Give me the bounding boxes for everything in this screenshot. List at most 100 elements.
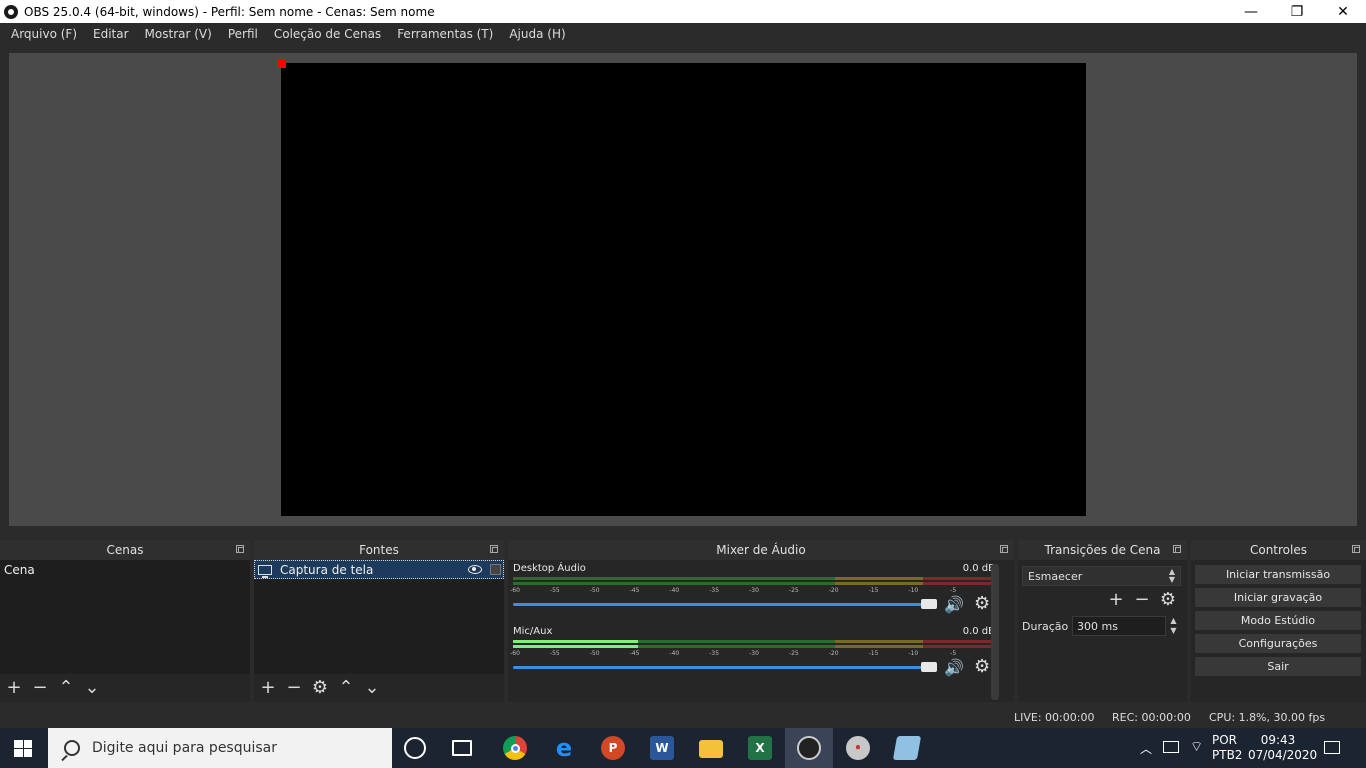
- transitions-dock-title: Transições de Cena: [1044, 543, 1161, 557]
- monitor-icon: [258, 564, 272, 578]
- word-icon[interactable]: W: [650, 736, 674, 760]
- scenes-list[interactable]: Cena: [0, 560, 250, 674]
- battery-icon[interactable]: [1163, 741, 1179, 753]
- controls-dock: Controles Iniciar transmissão Iniciar gr…: [1191, 540, 1366, 702]
- meter-tick-label: -45: [629, 650, 640, 657]
- powerpoint-icon[interactable]: P: [601, 736, 625, 760]
- float-dock-icon[interactable]: [1173, 545, 1181, 553]
- menu-editar[interactable]: Editar: [85, 27, 137, 41]
- add-scene-button[interactable]: +: [4, 678, 24, 698]
- start-streaming-button[interactable]: Iniciar transmissão: [1195, 565, 1361, 584]
- float-dock-icon[interactable]: [1000, 545, 1008, 553]
- scenes-dock: Cenas Cena + − ⌃ ⌄: [0, 540, 250, 702]
- chevron-up-icon[interactable]: ︿: [1140, 740, 1152, 768]
- float-dock-icon[interactable]: [1352, 545, 1360, 553]
- source-properties-gear-icon[interactable]: ⚙: [310, 678, 330, 698]
- list-item[interactable]: Cena: [0, 560, 250, 579]
- taskbar-search-box[interactable]: Digite aqui para pesquisar: [48, 728, 392, 768]
- menu-colecao-cenas[interactable]: Coleção de Cenas: [266, 27, 389, 41]
- mixer-channel-mic: Mic/Aux 0.0 dB -60 -55 -50 -45 -40 -35 -30 -25-…: [510, 623, 995, 683]
- move-down-button[interactable]: ⌄: [82, 678, 102, 698]
- add-source-button[interactable]: +: [258, 678, 278, 698]
- start-recording-button[interactable]: Iniciar gravação: [1195, 588, 1361, 607]
- volume-slider-handle[interactable]: [921, 599, 937, 609]
- volume-slider-handle[interactable]: [921, 662, 937, 672]
- file-explorer-icon[interactable]: [699, 740, 723, 758]
- menu-ajuda[interactable]: Ajuda (H): [501, 27, 573, 41]
- eye-icon[interactable]: [468, 565, 482, 574]
- sources-dock-title: Fontes: [359, 543, 399, 557]
- settings-button[interactable]: Configurações: [1195, 634, 1361, 653]
- move-up-button[interactable]: ⌃: [336, 678, 356, 698]
- language-bottom: PTB2: [1212, 748, 1243, 762]
- meter-tick-label: -25: [788, 650, 799, 657]
- search-icon: [64, 740, 80, 756]
- controls-dock-header: Controles: [1191, 540, 1366, 560]
- menu-ferramentas[interactable]: Ferramentas (T): [389, 27, 501, 41]
- transition-select[interactable]: Esmaecer ▲ ▼: [1022, 566, 1181, 586]
- meter-tick-label: -55: [549, 650, 560, 657]
- chrome-icon[interactable]: [503, 736, 527, 760]
- minimize-button[interactable]: —: [1228, 0, 1274, 23]
- close-button[interactable]: ✕: [1320, 0, 1366, 23]
- duration-input[interactable]: 300 ms: [1072, 616, 1166, 636]
- float-dock-icon[interactable]: [490, 545, 498, 553]
- volume-slider[interactable]: [513, 666, 933, 669]
- notepad-icon[interactable]: [892, 736, 922, 760]
- wifi-icon[interactable]: ⌔: [1190, 738, 1203, 768]
- clock[interactable]: 09:43 07/04/2020: [1248, 733, 1317, 768]
- transition-properties-gear-icon[interactable]: ⚙: [1158, 590, 1178, 610]
- task-view-icon[interactable]: [452, 740, 472, 756]
- title-bar: OBS 25.0.4 (64-bit, windows) - Perfil: S…: [0, 0, 1366, 23]
- remove-transition-button[interactable]: −: [1132, 590, 1152, 610]
- duration-stepper[interactable]: ▲ ▼: [1166, 616, 1181, 636]
- gear-icon[interactable]: ⚙: [974, 658, 992, 676]
- meter-tick-label: -55: [549, 587, 560, 594]
- clock-time: 09:43: [1260, 733, 1296, 747]
- lock-icon[interactable]: [490, 564, 501, 575]
- paint-icon[interactable]: •: [846, 736, 870, 760]
- menu-perfil[interactable]: Perfil: [220, 27, 266, 41]
- meter-tick-label: -60: [510, 587, 520, 594]
- preview-area[interactable]: [9, 53, 1357, 526]
- menu-arquivo[interactable]: Arquivo (F): [3, 27, 85, 41]
- meter-level-fill: [513, 640, 639, 643]
- windows-start-icon[interactable]: [14, 740, 32, 757]
- channel-name: Desktop Áudio: [513, 563, 586, 574]
- move-up-button[interactable]: ⌃: [56, 678, 76, 698]
- status-bar: LIVE: 00:00:00 REC: 00:00:00 CPU: 1.8%, …: [0, 706, 1366, 728]
- mixer-dock-title: Mixer de Áudio: [716, 543, 806, 557]
- studio-mode-button[interactable]: Modo Estúdio: [1195, 611, 1361, 630]
- obs-icon[interactable]: [797, 736, 821, 760]
- volume-meter: [513, 576, 995, 586]
- cortana-icon[interactable]: [404, 737, 426, 759]
- gear-icon[interactable]: ⚙: [974, 595, 992, 613]
- window-title: OBS 25.0.4 (64-bit, windows) - Perfil: S…: [24, 4, 435, 19]
- add-transition-button[interactable]: +: [1106, 590, 1126, 610]
- exit-button[interactable]: Sair: [1195, 657, 1361, 676]
- language-top: POR: [1212, 733, 1238, 747]
- meter-tick-label: -50: [589, 650, 600, 657]
- mixer-scrollbar[interactable]: [991, 564, 999, 700]
- preview-canvas[interactable]: [277, 59, 1086, 516]
- scenes-dock-header: Cenas: [0, 540, 250, 560]
- speaker-icon[interactable]: 🔊: [944, 659, 966, 677]
- float-dock-icon[interactable]: [236, 545, 244, 553]
- restore-button[interactable]: ❐: [1274, 0, 1320, 23]
- audio-mixer-dock: Mixer de Áudio Desktop Áudio 0.0 dB -60-…: [508, 540, 1014, 702]
- sources-list[interactable]: Captura de tela: [254, 560, 504, 674]
- menu-mostrar[interactable]: Mostrar (V): [137, 27, 220, 41]
- list-item[interactable]: Captura de tela: [254, 560, 504, 579]
- move-down-button[interactable]: ⌄: [362, 678, 382, 698]
- volume-slider[interactable]: [513, 603, 933, 606]
- language-indicator[interactable]: POR PTB2: [1212, 733, 1242, 768]
- source-resize-handle[interactable]: [277, 59, 286, 68]
- meter-tick-label: -35: [709, 587, 720, 594]
- edge-icon[interactable]: e: [552, 734, 576, 762]
- notifications-icon[interactable]: [1324, 741, 1340, 754]
- speaker-icon[interactable]: 🔊: [944, 596, 966, 614]
- meter-tick-label: -10: [908, 650, 919, 657]
- remove-source-button[interactable]: −: [284, 678, 304, 698]
- remove-scene-button[interactable]: −: [30, 678, 50, 698]
- excel-icon[interactable]: X: [748, 736, 772, 760]
